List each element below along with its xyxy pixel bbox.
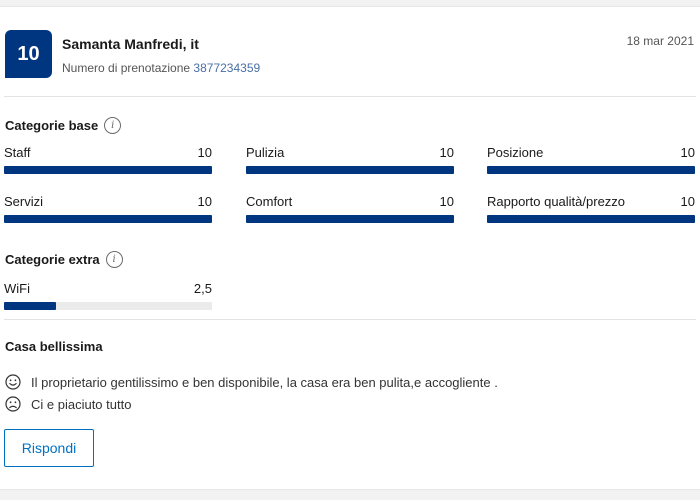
negative-comment-text: Ci e piaciuto tutto xyxy=(31,396,132,412)
booking-label: Numero di prenotazione xyxy=(62,61,191,75)
booking-number[interactable]: 3877234359 xyxy=(193,61,260,75)
ratings-divider xyxy=(4,319,696,320)
rating-bar-fill xyxy=(487,166,695,174)
rating-bar-fill xyxy=(246,166,454,174)
booking-info: Numero di prenotazione 3877234359 xyxy=(62,61,260,75)
rating-pulizia: Pulizia 10 xyxy=(246,145,454,181)
info-icon[interactable]: i xyxy=(105,251,123,268)
rating-label: Staff xyxy=(4,145,31,160)
review-card: 10 Samanta Manfredi, it Numero di prenot… xyxy=(0,0,700,500)
rating-bar xyxy=(487,166,695,174)
review-title: Casa bellissima xyxy=(5,339,103,354)
rating-label: Rapporto qualità/prezzo xyxy=(487,194,626,209)
smile-icon xyxy=(5,374,21,390)
rating-wifi: WiFi 2,5 xyxy=(4,281,212,317)
rating-label: Pulizia xyxy=(246,145,285,160)
positive-comment: Il proprietario gentilissimo e ben dispo… xyxy=(5,374,498,390)
rating-value: 10 xyxy=(439,194,454,209)
rating-label: Posizione xyxy=(487,145,544,160)
rating-comfort: Comfort 10 xyxy=(246,194,454,230)
review-date: 18 mar 2021 xyxy=(626,34,694,48)
rating-value: 10 xyxy=(680,145,695,160)
rating-bar xyxy=(246,166,454,174)
rating-value: 2,5 xyxy=(193,281,212,296)
rating-bar xyxy=(4,215,212,223)
rating-servizi: Servizi 10 xyxy=(4,194,212,230)
rating-label: Comfort xyxy=(246,194,293,209)
rating-value: 10 xyxy=(439,145,454,160)
positive-comment-text: Il proprietario gentilissimo e ben dispo… xyxy=(31,374,498,390)
rating-label: WiFi xyxy=(4,281,30,296)
reviewer-name: Samanta Manfredi, it xyxy=(62,36,199,52)
negative-comment: Ci e piaciuto tutto xyxy=(5,396,131,412)
rating-bar-fill xyxy=(4,166,212,174)
rating-staff: Staff 10 xyxy=(4,145,212,181)
rating-label: Servizi xyxy=(4,194,44,209)
rating-posizione: Posizione 10 xyxy=(487,145,695,181)
rating-bar-fill xyxy=(246,215,454,223)
score-badge: 10 xyxy=(5,30,52,78)
extra-categories-heading: Categorie extra i xyxy=(5,251,123,268)
top-divider xyxy=(0,0,700,7)
rating-bar xyxy=(4,302,212,310)
base-categories-heading: Categorie base i xyxy=(5,117,122,134)
rating-bar-fill xyxy=(4,302,56,310)
bottom-divider xyxy=(0,489,700,500)
rating-bar xyxy=(487,215,695,223)
rating-value: 10 xyxy=(197,145,212,160)
rating-rapporto-qualita-prezzo: Rapporto qualità/prezzo 10 xyxy=(487,194,695,230)
rating-bar-fill xyxy=(4,215,212,223)
base-categories-title: Categorie base xyxy=(5,118,99,133)
header-divider xyxy=(4,96,696,97)
reply-button[interactable]: Rispondi xyxy=(4,429,94,467)
rating-bar xyxy=(4,166,212,174)
frown-icon xyxy=(5,396,21,412)
rating-bar-fill xyxy=(487,215,695,223)
rating-value: 10 xyxy=(680,194,695,209)
rating-value: 10 xyxy=(197,194,212,209)
rating-bar xyxy=(246,215,454,223)
info-icon[interactable]: i xyxy=(104,117,122,134)
extra-categories-title: Categorie extra xyxy=(5,252,100,267)
